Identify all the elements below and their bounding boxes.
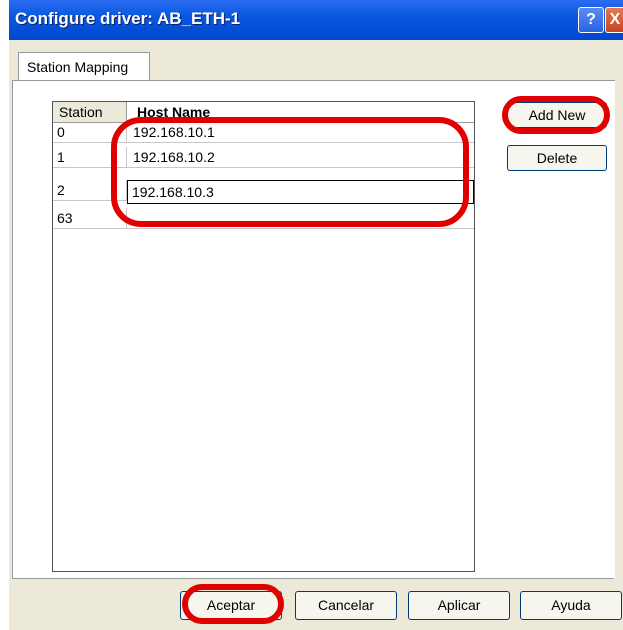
- table-row[interactable]: 1 192.168.10.2: [53, 147, 474, 168]
- station-mapping-grid: Station Host Name 0 192.168.10.1 1 192.1…: [52, 101, 475, 572]
- close-x-icon[interactable]: X: [605, 7, 623, 33]
- column-header-host-name[interactable]: Host Name: [127, 102, 474, 122]
- help-button[interactable]: Ayuda: [520, 591, 622, 620]
- footer-separator: [12, 578, 614, 579]
- station-cell[interactable]: 1: [53, 147, 127, 167]
- station-cell[interactable]: 63: [53, 208, 127, 228]
- host-name-cell[interactable]: [127, 208, 474, 228]
- host-name-cell[interactable]: 192.168.10.1: [127, 122, 474, 142]
- delete-button[interactable]: Delete: [507, 145, 607, 171]
- host-name-cell[interactable]: 192.168.10.2: [127, 147, 474, 167]
- add-new-button[interactable]: Add New: [507, 102, 607, 128]
- column-header-station[interactable]: Station: [53, 102, 127, 122]
- cancel-button[interactable]: Cancelar: [295, 591, 397, 620]
- apply-button[interactable]: Aplicar: [408, 591, 510, 620]
- help-question-icon[interactable]: ?: [578, 7, 604, 33]
- window-title: Configure driver: AB_ETH-1: [15, 9, 241, 28]
- tab-station-mapping[interactable]: Station Mapping: [18, 52, 150, 80]
- host-name-edit-field[interactable]: 192.168.10.3: [127, 180, 474, 204]
- grid-header: Station Host Name: [53, 102, 474, 123]
- station-cell[interactable]: 2: [53, 180, 127, 200]
- ok-button[interactable]: Aceptar: [180, 591, 282, 620]
- table-row[interactable]: 63: [53, 208, 474, 229]
- title-bar: Configure driver: AB_ETH-1 ? X: [9, 0, 623, 40]
- table-row[interactable]: 0 192.168.10.1: [53, 122, 474, 143]
- station-cell[interactable]: 0: [53, 122, 127, 142]
